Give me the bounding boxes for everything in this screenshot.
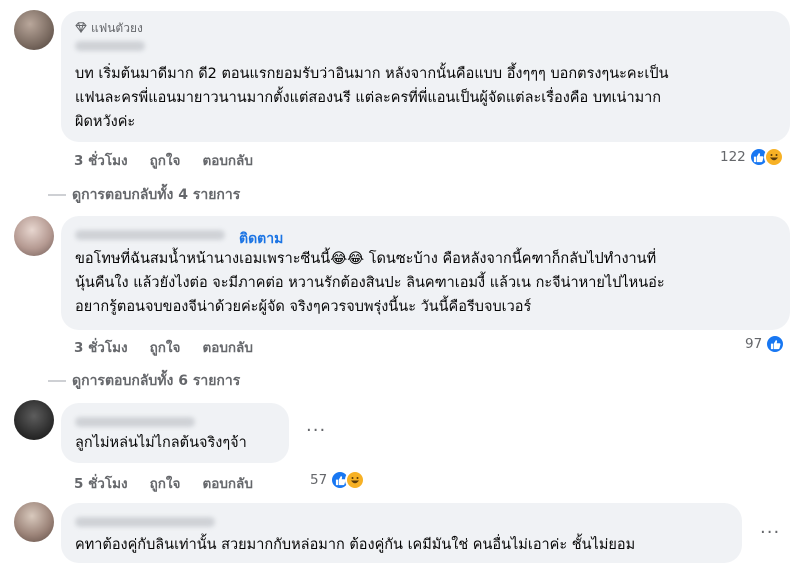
comment-3-reaction-count: 57: [310, 472, 328, 488]
haha-reaction-icon: [763, 147, 784, 167]
comment-2-view-replies-label: ดูการตอบกลับทั้ง 6 รายการ: [72, 373, 241, 389]
comment-4-bubble: คทาต้องคู่กับลินเท่านั้น สวยมากกับหล่อมา…: [61, 503, 742, 563]
comment-3-timestamp[interactable]: 5 ชั่วโมง: [74, 472, 128, 494]
comment-1-reactions[interactable]: 122: [720, 147, 784, 167]
comment-1-actions: 3 ชั่วโมง ถูกใจ ตอบกลับ: [74, 149, 253, 171]
comment-1-view-replies-label: ดูการตอบกลับทั้ง 4 รายการ: [72, 187, 241, 203]
comment-3-actions: 5 ชั่วโมง ถูกใจ ตอบกลับ: [74, 472, 253, 494]
comment-4-avatar[interactable]: [14, 502, 54, 542]
comment-2-like-button[interactable]: ถูกใจ: [150, 336, 181, 358]
comment-4-text: คทาต้องคู่กับลินเท่านั้น สวยมากกับหล่อมา…: [75, 537, 636, 553]
comment-1-author-name[interactable]: [75, 41, 145, 51]
comment-1-avatar[interactable]: [14, 10, 54, 50]
comment-3-more-options-icon[interactable]: ···: [306, 420, 326, 441]
comment-3-author-name[interactable]: [75, 417, 195, 427]
fan-badge: แฟนตัวยง: [75, 19, 143, 38]
thread-connector: [48, 380, 66, 382]
comment-1-view-replies[interactable]: ดูการตอบกลับทั้ง 4 รายการ: [48, 184, 240, 206]
diamond-icon: [75, 21, 87, 36]
comment-1-timestamp[interactable]: 3 ชั่วโมง: [74, 149, 128, 171]
comment-3-avatar[interactable]: [14, 400, 54, 440]
thread-connector: [48, 194, 66, 196]
comment-3-text: ลูกไม่หล่นไม่ไกลต้นจริงๆจ้า: [75, 435, 247, 451]
comment-2-reply-button[interactable]: ตอบกลับ: [202, 336, 252, 358]
comment-1-reply-button[interactable]: ตอบกลับ: [202, 149, 252, 171]
fan-badge-label: แฟนตัวยง: [91, 21, 143, 35]
comment-2-timestamp[interactable]: 3 ชั่วโมง: [74, 336, 128, 358]
comment-2-actions: 3 ชั่วโมง ถูกใจ ตอบกลับ: [74, 336, 253, 358]
comment-1-text: บท เริ่มต้นมาดีมาก ดี2 ตอนแรกยอมรับว่าอิ…: [75, 66, 669, 130]
comment-2-reactions[interactable]: 97: [745, 334, 786, 354]
like-reaction-icon: [765, 334, 786, 354]
comment-3-bubble: ลูกไม่หล่นไม่ไกลต้นจริงๆจ้า: [61, 403, 289, 463]
comment-3-reactions[interactable]: 57: [310, 470, 366, 490]
comment-1-like-button[interactable]: ถูกใจ: [150, 149, 181, 171]
haha-reaction-icon: [345, 470, 366, 490]
comment-2-text: ขอโทษที่ฉันสมน้ำหน้านางเอมเพราะซีนนี้😂😂 …: [75, 251, 665, 315]
comment-4-more-options-icon[interactable]: ···: [760, 522, 780, 543]
comment-4-author-name[interactable]: [75, 517, 215, 527]
comment-1-bubble: แฟนตัวยง บท เริ่มต้นมาดีมาก ดี2 ตอนแรกยอ…: [61, 11, 790, 142]
comment-2-reaction-count: 97: [745, 336, 763, 352]
comment-3-reply-button[interactable]: ตอบกลับ: [202, 472, 252, 494]
comment-3-like-button[interactable]: ถูกใจ: [150, 472, 181, 494]
comment-2-bubble: ติดตาม ขอโทษที่ฉันสมน้ำหน้านางเอมเพราะซี…: [61, 216, 790, 330]
comment-2-view-replies[interactable]: ดูการตอบกลับทั้ง 6 รายการ: [48, 370, 240, 392]
comment-2-avatar[interactable]: [14, 216, 54, 256]
comment-1-reaction-count: 122: [720, 149, 746, 165]
comment-2-author-name[interactable]: [75, 230, 225, 240]
